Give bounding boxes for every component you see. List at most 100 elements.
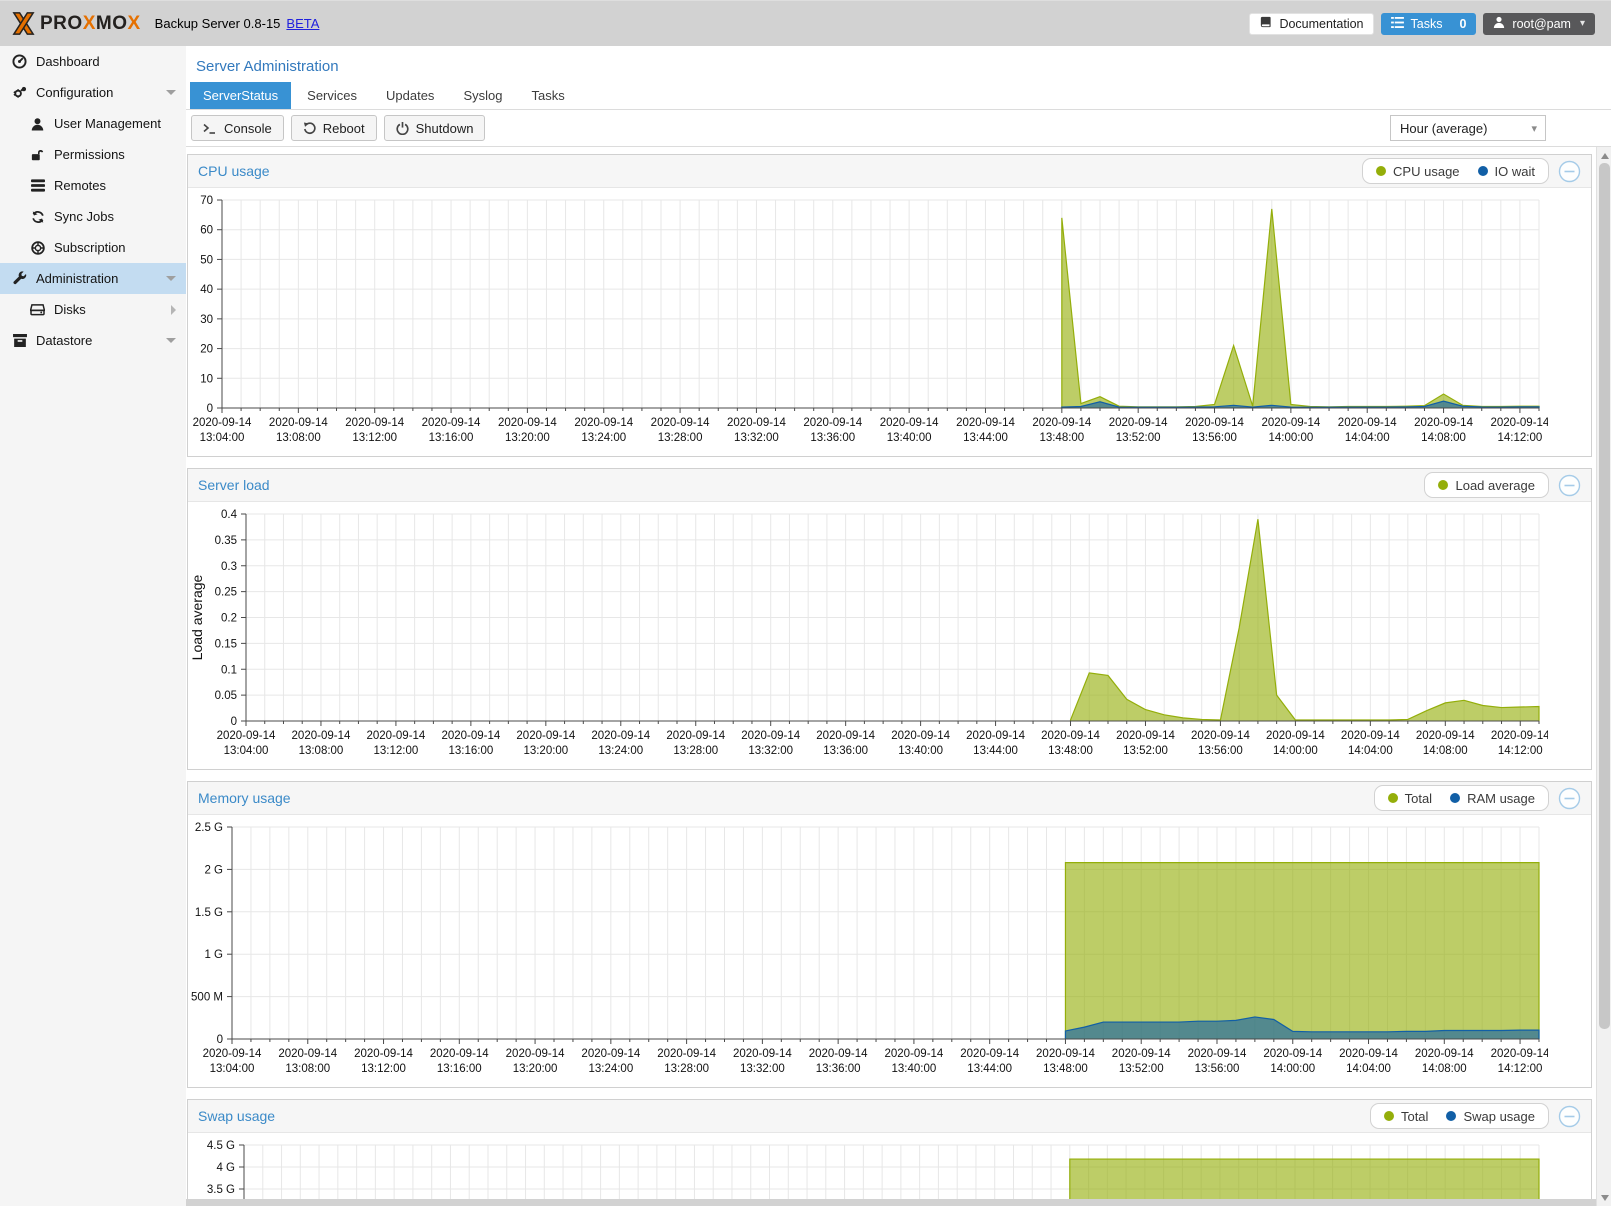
legend-label: Total xyxy=(1405,791,1432,806)
task-list-icon xyxy=(1391,17,1404,31)
svg-text:2020-09-14: 2020-09-14 xyxy=(816,730,875,742)
svg-text:14:12:00: 14:12:00 xyxy=(1498,745,1543,757)
caret-down-icon[interactable] xyxy=(166,338,176,343)
proxmox-logo: PROXMOX xyxy=(10,10,141,37)
sidebar-item-disks[interactable]: Disks xyxy=(0,294,186,325)
vertical-scrollbar[interactable] xyxy=(1596,147,1611,1206)
svg-text:13:24:00: 13:24:00 xyxy=(598,745,643,757)
svg-text:2020-09-14: 2020-09-14 xyxy=(278,1048,337,1060)
swap-chart: 0500 M1 G1.5 G2 G2.5 G3 G3.5 G4 G4.5 G20… xyxy=(188,1133,1548,1206)
horizontal-scrollbar[interactable] xyxy=(186,1199,1596,1206)
svg-text:2020-09-14: 2020-09-14 xyxy=(345,417,404,429)
sidebar-item-sync-jobs[interactable]: Sync Jobs xyxy=(0,201,186,232)
svg-text:4.5 G: 4.5 G xyxy=(207,1140,235,1152)
wrench-icon xyxy=(11,271,28,286)
svg-text:2 G: 2 G xyxy=(204,864,223,876)
svg-text:13:40:00: 13:40:00 xyxy=(898,745,943,757)
chart-title-cpu: CPU usage xyxy=(198,163,270,179)
book-icon xyxy=(1259,16,1272,32)
tab-updates[interactable]: Updates xyxy=(373,82,447,109)
sidebar-item-administration[interactable]: Administration xyxy=(0,263,186,294)
legend-item-cpu-usage[interactable]: CPU usage xyxy=(1376,164,1459,179)
legend-item-total[interactable]: Total xyxy=(1388,791,1432,806)
tab-serverstatus[interactable]: ServerStatus xyxy=(190,82,291,109)
tab-services[interactable]: Services xyxy=(294,82,370,109)
legend-item-load-average[interactable]: Load average xyxy=(1438,478,1535,493)
collapse-chart-button[interactable] xyxy=(1558,474,1581,497)
legend-item-ram-usage[interactable]: RAM usage xyxy=(1450,791,1535,806)
collapse-chart-button[interactable] xyxy=(1558,1105,1581,1128)
svg-text:2020-09-14: 2020-09-14 xyxy=(1263,1048,1322,1060)
svg-text:2020-09-14: 2020-09-14 xyxy=(354,1048,413,1060)
svg-text:1.5 G: 1.5 G xyxy=(195,907,223,919)
gears-icon xyxy=(11,85,28,100)
tasks-button[interactable]: Tasks 0 xyxy=(1381,13,1477,35)
svg-text:2020-09-14: 2020-09-14 xyxy=(733,1048,792,1060)
svg-text:0.2: 0.2 xyxy=(221,613,237,625)
svg-text:13:36:00: 13:36:00 xyxy=(816,1063,861,1075)
svg-text:13:56:00: 13:56:00 xyxy=(1195,1063,1240,1075)
svg-text:13:20:00: 13:20:00 xyxy=(505,432,550,444)
caret-down-icon[interactable] xyxy=(166,90,176,95)
documentation-button[interactable]: Documentation xyxy=(1249,13,1373,35)
combo-chevron-icon: ▾ xyxy=(1531,122,1537,135)
legend-dot-icon xyxy=(1478,166,1488,176)
load-chart: 00.050.10.150.20.250.30.350.42020-09-141… xyxy=(188,502,1548,769)
tab-syslog[interactable]: Syslog xyxy=(450,82,515,109)
sidebar-item-remotes[interactable]: Remotes xyxy=(0,170,186,201)
caret-right-icon[interactable] xyxy=(171,305,176,315)
caret-down-icon[interactable] xyxy=(166,276,176,281)
legend-dot-icon xyxy=(1450,793,1460,803)
terminal-icon xyxy=(203,123,217,134)
legend-item-total[interactable]: Total xyxy=(1384,1109,1428,1124)
svg-text:2020-09-14: 2020-09-14 xyxy=(884,1048,943,1060)
svg-text:14:04:00: 14:04:00 xyxy=(1345,432,1390,444)
svg-text:0.4: 0.4 xyxy=(221,509,238,521)
legend-dot-icon xyxy=(1446,1111,1456,1121)
shutdown-button[interactable]: Shutdown xyxy=(384,115,486,141)
svg-text:2020-09-14: 2020-09-14 xyxy=(891,730,950,742)
scroll-down-arrow[interactable] xyxy=(1597,1190,1611,1205)
svg-text:13:04:00: 13:04:00 xyxy=(200,432,245,444)
chevron-down-icon: ▾ xyxy=(1580,18,1585,29)
svg-text:0.1: 0.1 xyxy=(221,664,237,676)
svg-text:2020-09-14: 2020-09-14 xyxy=(1188,1048,1247,1060)
svg-text:2020-09-14: 2020-09-14 xyxy=(1491,1048,1548,1060)
svg-text:13:16:00: 13:16:00 xyxy=(429,432,474,444)
scroll-up-arrow[interactable] xyxy=(1597,148,1611,163)
chart-panel-load: Server loadLoad average00.050.10.150.20.… xyxy=(187,468,1592,770)
sidebar-item-dashboard[interactable]: Dashboard xyxy=(0,46,186,77)
chart-panel-header: CPU usage CPU usage IO wait xyxy=(188,155,1591,188)
svg-text:13:52:00: 13:52:00 xyxy=(1119,1063,1164,1075)
svg-text:13:08:00: 13:08:00 xyxy=(285,1063,330,1075)
sidebar-item-subscription[interactable]: Subscription xyxy=(0,232,186,263)
tab-tasks[interactable]: Tasks xyxy=(518,82,577,109)
svg-text:1 G: 1 G xyxy=(204,949,223,961)
svg-text:10: 10 xyxy=(200,373,213,385)
tab-bar: ServerStatusServicesUpdatesSyslogTasks xyxy=(186,79,1611,110)
svg-text:14:08:00: 14:08:00 xyxy=(1422,1063,1467,1075)
reboot-button[interactable]: Reboot xyxy=(291,115,377,141)
beta-link[interactable]: BETA xyxy=(286,16,319,31)
scroll-thumb[interactable] xyxy=(1599,163,1610,1029)
user-menu-button[interactable]: root@pam ▾ xyxy=(1483,13,1595,35)
svg-text:2020-09-14: 2020-09-14 xyxy=(966,730,1025,742)
legend-item-io-wait[interactable]: IO wait xyxy=(1478,164,1535,179)
rows-icon xyxy=(29,179,46,192)
svg-text:13:12:00: 13:12:00 xyxy=(361,1063,406,1075)
console-button[interactable]: Console xyxy=(191,115,284,141)
svg-text:500 M: 500 M xyxy=(191,992,223,1004)
collapse-chart-button[interactable] xyxy=(1558,160,1581,183)
legend-item-swap-usage[interactable]: Swap usage xyxy=(1446,1109,1535,1124)
sidebar-item-datastore[interactable]: Datastore xyxy=(0,325,186,356)
collapse-chart-button[interactable] xyxy=(1558,787,1581,810)
svg-text:30: 30 xyxy=(200,314,213,326)
sidebar-item-label: Subscription xyxy=(54,240,126,255)
sidebar-item-configuration[interactable]: Configuration xyxy=(0,77,186,108)
svg-text:4 G: 4 G xyxy=(216,1162,235,1174)
legend-label: IO wait xyxy=(1495,164,1535,179)
sidebar-item-permissions[interactable]: Permissions xyxy=(0,139,186,170)
sidebar-item-user-management[interactable]: User Management xyxy=(0,108,186,139)
timeframe-select[interactable]: Hour (average) ▾ xyxy=(1390,115,1546,141)
svg-text:2020-09-14: 2020-09-14 xyxy=(1339,1048,1398,1060)
